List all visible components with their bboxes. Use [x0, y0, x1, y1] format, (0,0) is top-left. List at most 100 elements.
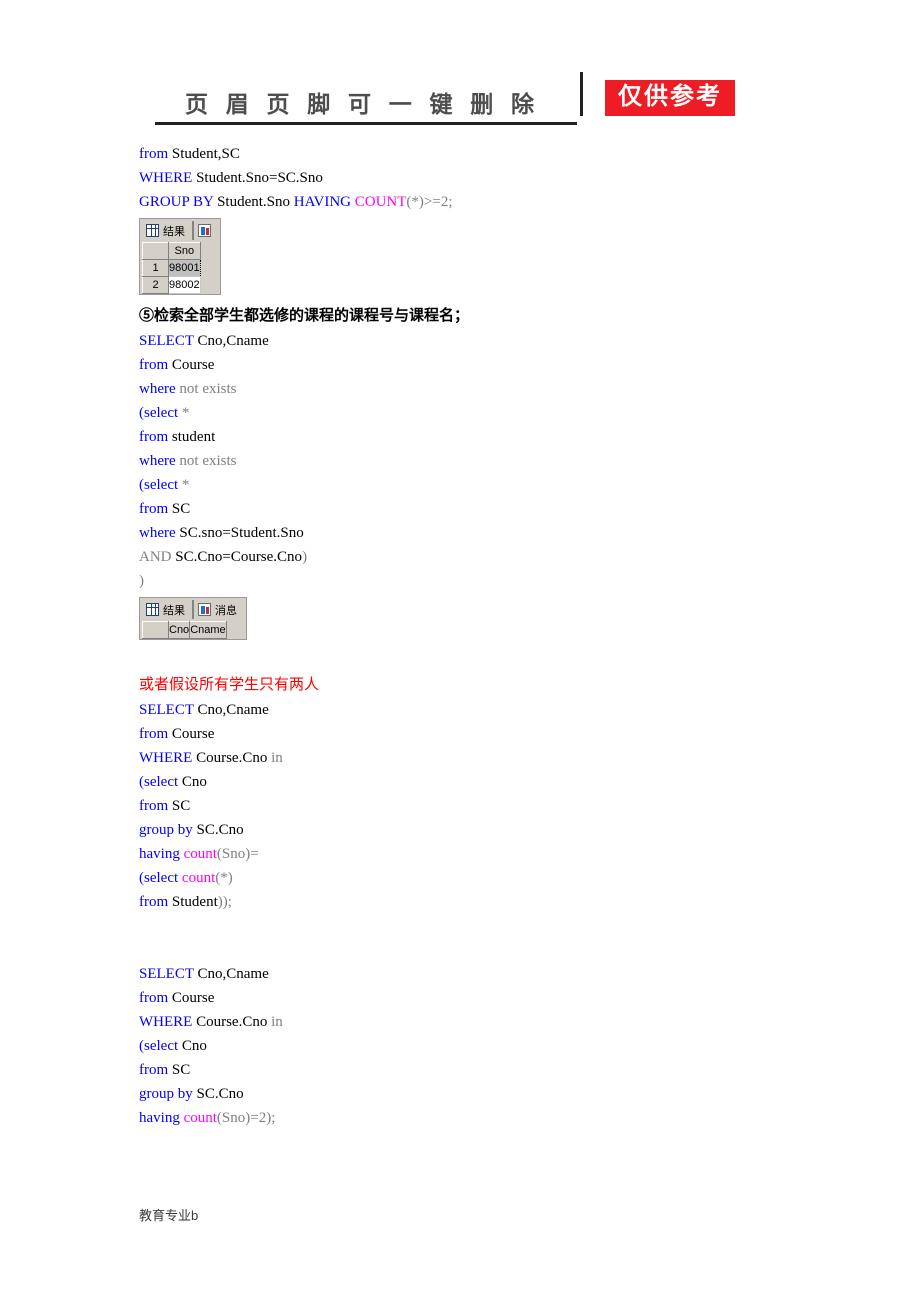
sql-keyword: select — [144, 774, 179, 790]
sql-paren: ) — [139, 573, 144, 589]
sql-keyword: select — [144, 1038, 179, 1054]
sql-keyword: GROUP BY — [139, 194, 214, 210]
sql-keyword: where — [139, 453, 176, 469]
page-header: 页 眉 页 脚 可 一 键 删 除 仅供参考 — [155, 72, 735, 130]
tab-results-label: 结果 — [163, 225, 185, 238]
sql-text: SC.Cno — [192, 822, 244, 838]
sql-keyword: from — [139, 990, 169, 1006]
sql-function: COUNT — [354, 194, 407, 210]
sql-line: (select count(*) — [139, 866, 839, 890]
sql-text: Student.Sno=SC.Sno — [192, 170, 323, 186]
message-icon — [198, 603, 211, 616]
sql-text: not exists — [175, 381, 237, 397]
sql-line: SELECT Cno,Cname — [139, 329, 839, 353]
sql-text: (Sno)=2); — [216, 1110, 276, 1126]
sql-keyword: where — [139, 381, 176, 397]
sql-text: SC.sno=Student.Sno — [175, 525, 304, 541]
sql-line: GROUP BY Student.Sno HAVING COUNT(*)>=2; — [139, 190, 839, 214]
sql-line: group by SC.Cno — [139, 1082, 839, 1106]
row-number[interactable]: 1 — [142, 259, 169, 277]
sql-keyword: SELECT — [139, 333, 194, 349]
sql-keyword: in — [271, 1014, 283, 1030]
sql-line: group by SC.Cno — [139, 818, 839, 842]
table-row[interactable]: 2 98002 — [142, 276, 201, 294]
table-header-row: Cno Cname — [142, 621, 227, 639]
sql-keyword: in — [271, 750, 283, 766]
sql-text: Course — [168, 990, 215, 1006]
sql-function: count — [183, 846, 217, 862]
sql-text: Cno,Cname — [193, 702, 269, 718]
column-header-cno[interactable]: Cno — [167, 621, 191, 639]
sql-text: Cno,Cname — [193, 333, 269, 349]
sql-text: * — [178, 405, 190, 421]
table-header-row: Sno — [142, 242, 201, 260]
grid-corner-cell[interactable] — [142, 242, 169, 260]
sql-line: where not exists — [139, 449, 839, 473]
sql-line: (select Cno — [139, 1034, 839, 1058]
sql-line: from SC — [139, 1058, 839, 1082]
sql-line: from student — [139, 425, 839, 449]
results-tabbar: 结果 消息 — [142, 600, 244, 619]
page-footer: 教育专业b — [139, 1208, 199, 1223]
grid-icon — [146, 224, 159, 237]
sql-line: ) — [139, 569, 839, 593]
tab-results[interactable]: 结果 — [142, 600, 194, 619]
column-header-sno[interactable]: Sno — [168, 242, 201, 260]
results-tabbar: 结果 — [142, 221, 218, 240]
sql-line: WHERE Course.Cno in — [139, 1010, 839, 1034]
sql-keyword: from — [139, 798, 169, 814]
sql-line: from Student)); — [139, 890, 839, 914]
sql-keyword: HAVING — [293, 194, 351, 210]
sql-line: from Course — [139, 986, 839, 1010]
sql-line: from Course — [139, 722, 839, 746]
sql-keyword: having — [139, 1110, 180, 1126]
results-grid-2[interactable]: Cno Cname — [142, 621, 227, 639]
sql-function: count — [181, 870, 216, 886]
sql-keyword: from — [139, 146, 169, 162]
results-grid-1[interactable]: Sno 1 98001 2 98002 — [142, 242, 201, 294]
sql-paren: )); — [217, 894, 232, 910]
sql-keyword: from — [139, 429, 169, 445]
sql-text: Student — [168, 894, 218, 910]
sql-text: Course — [168, 726, 215, 742]
sql-text: Course — [168, 357, 215, 373]
sql-text: Course.Cno — [192, 750, 272, 766]
header-rule — [155, 122, 577, 125]
sql-text: Student,SC — [168, 146, 240, 162]
sql-line: having count(Sno)=2); — [139, 1106, 839, 1130]
tab-messages[interactable]: 消息 — [194, 600, 244, 619]
document-body: from Student,SC WHERE Student.Sno=SC.Sno… — [139, 142, 839, 1130]
sql-text: student — [168, 429, 216, 445]
header-divider — [580, 72, 583, 116]
sql-keyword: WHERE — [139, 1014, 193, 1030]
sql-keyword: WHERE — [139, 750, 193, 766]
sql-keyword: having — [139, 846, 180, 862]
cell-sno[interactable]: 98001 — [168, 259, 201, 277]
tab-results[interactable]: 结果 — [142, 221, 194, 240]
sql-line: (select * — [139, 401, 839, 425]
header-content: 页 眉 页 脚 可 一 键 删 除 仅供参考 — [155, 72, 735, 116]
tab-messages[interactable] — [194, 221, 218, 240]
sql-keyword: SELECT — [139, 702, 194, 718]
header-stamp-badge: 仅供参考 — [605, 80, 735, 116]
table-row[interactable]: 1 98001 — [142, 259, 201, 277]
sql-line: from SC — [139, 497, 839, 521]
sql-text: * — [178, 477, 190, 493]
cell-sno[interactable]: 98002 — [168, 276, 201, 294]
sql-line: SELECT Cno,Cname — [139, 962, 839, 986]
results-pane-2[interactable]: 结果 消息 Cno Cname — [139, 597, 247, 640]
sql-keyword: from — [139, 894, 169, 910]
sql-line: from SC — [139, 794, 839, 818]
sql-keyword: select — [144, 870, 179, 886]
column-header-cname[interactable]: Cname — [189, 621, 227, 639]
sql-text: Cno — [178, 1038, 207, 1054]
sql-line: where not exists — [139, 377, 839, 401]
grid-corner-cell[interactable] — [142, 621, 169, 639]
sql-line: WHERE Course.Cno in — [139, 746, 839, 770]
sql-text: (Sno)= — [216, 846, 259, 862]
row-number[interactable]: 2 — [142, 276, 169, 294]
results-pane-1[interactable]: 结果 Sno 1 98001 2 98002 — [139, 218, 221, 295]
sql-keyword: SELECT — [139, 966, 194, 982]
